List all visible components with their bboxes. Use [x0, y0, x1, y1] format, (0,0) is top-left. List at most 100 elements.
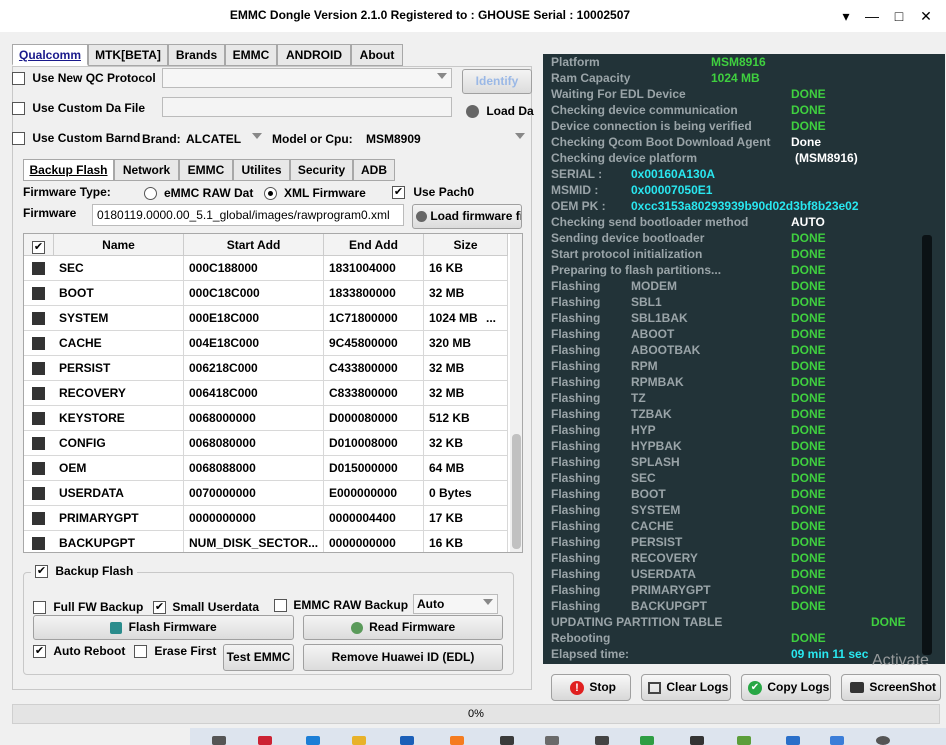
- full-fw-backup-checkbox[interactable]: Full FW Backup: [33, 600, 143, 615]
- identify-button[interactable]: Identify: [462, 69, 532, 94]
- taskbar-app-icon[interactable]: [876, 736, 890, 745]
- table-row[interactable]: PRIMARYGPT 0000000000 0000004400 17 KB: [24, 506, 508, 531]
- tab-brands[interactable]: Brands: [168, 44, 225, 66]
- checkbox-box[interactable]: [35, 565, 48, 579]
- subtab-network[interactable]: Network: [114, 159, 179, 181]
- taskbar-app-icon[interactable]: [212, 736, 226, 745]
- use-new-qc-protocol-checkbox[interactable]: Use New QC Protocol: [12, 71, 156, 86]
- subtab-security[interactable]: Security: [290, 159, 353, 181]
- row-checkbox[interactable]: [32, 462, 45, 475]
- emmc-raw-radio[interactable]: [144, 187, 157, 200]
- table-row[interactable]: SYSTEM 000E18C000 1C71800000 1024 MB: [24, 306, 508, 331]
- minimize-button[interactable]: —: [862, 6, 882, 26]
- maximize-button[interactable]: □: [889, 6, 909, 26]
- emmc-raw-backup-checkbox[interactable]: EMMC RAW Backup: [274, 598, 408, 613]
- select-all-checkbox[interactable]: [32, 241, 45, 255]
- table-row[interactable]: PERSIST 006218C000 C433800000 32 MB: [24, 356, 508, 381]
- checkbox-box[interactable]: [134, 645, 147, 659]
- use-patch-checkbox[interactable]: Use Pach0: [392, 185, 474, 200]
- table-row[interactable]: SEC 000C188000 1831004000 16 KB: [24, 256, 508, 281]
- row-checkbox[interactable]: [32, 262, 45, 275]
- xml-firmware-radio[interactable]: [264, 187, 277, 200]
- read-firmware-button[interactable]: Read Firmware: [303, 615, 503, 640]
- auto-reboot-checkbox[interactable]: Auto Reboot: [33, 644, 125, 659]
- table-row[interactable]: BOOT 000C18C000 1833800000 32 MB: [24, 281, 508, 306]
- checkbox-box[interactable]: [33, 645, 46, 659]
- table-row[interactable]: USERDATA 0070000000 E000000000 0 Bytes: [24, 481, 508, 506]
- subtab-adb[interactable]: ADB: [353, 159, 395, 181]
- test-emmc-button[interactable]: Test EMMC: [223, 644, 294, 671]
- row-checkbox[interactable]: [32, 487, 45, 500]
- taskbar-chrome-icon[interactable]: [640, 736, 654, 745]
- tab-mtk-beta[interactable]: MTK[BETA]: [88, 44, 168, 66]
- model-dropdown[interactable]: MSM8909: [362, 128, 530, 148]
- taskbar-app-icon[interactable]: [258, 736, 272, 745]
- checkbox-box[interactable]: [33, 601, 46, 615]
- use-custom-da-file-checkbox[interactable]: Use Custom Da File: [12, 101, 145, 116]
- load-da-button[interactable]: Load Da: [466, 104, 534, 119]
- tab-about[interactable]: About: [351, 44, 403, 66]
- flash-firmware-button[interactable]: Flash Firmware: [33, 615, 294, 640]
- taskbar-app-icon[interactable]: [545, 736, 559, 745]
- backup-mode-dropdown[interactable]: Auto: [413, 594, 498, 614]
- screenshot-button[interactable]: ScreenShot: [841, 674, 941, 701]
- subtab-emmc[interactable]: EMMC: [179, 159, 233, 181]
- checkbox-box[interactable]: [274, 599, 287, 613]
- select-all-header[interactable]: [24, 234, 54, 256]
- table-row[interactable]: KEYSTORE 0068000000 D000080000 512 KB: [24, 406, 508, 431]
- tab-android[interactable]: ANDROID: [277, 44, 351, 66]
- checkbox-box[interactable]: [153, 601, 166, 615]
- scrollbar-thumb[interactable]: [512, 434, 521, 549]
- table-row[interactable]: CONFIG 0068080000 D010008000 32 KB: [24, 431, 508, 456]
- taskbar-app-icon[interactable]: [595, 736, 609, 745]
- menu-chevron-icon[interactable]: ▾: [836, 6, 856, 26]
- row-checkbox[interactable]: [32, 337, 45, 350]
- table-row[interactable]: RECOVERY 006418C000 C833800000 32 MB: [24, 381, 508, 406]
- subtab-utilites[interactable]: Utilites: [233, 159, 290, 181]
- clear-logs-button[interactable]: Clear Logs: [641, 674, 731, 701]
- row-checkbox[interactable]: [32, 437, 45, 450]
- checkbox-box[interactable]: [12, 102, 25, 116]
- erase-first-checkbox[interactable]: Erase First: [134, 644, 216, 659]
- subtab-backup-flash[interactable]: Backup Flash: [23, 159, 114, 181]
- taskbar-mail-icon[interactable]: [400, 736, 414, 745]
- copy-logs-button[interactable]: ✔ Copy Logs: [741, 674, 831, 701]
- remove-huawei-id-button[interactable]: Remove Huawei ID (EDL): [303, 644, 503, 671]
- use-custom-brand-checkbox[interactable]: Use Custom Barnd: [12, 131, 140, 146]
- taskbar-edge-icon[interactable]: [306, 736, 320, 745]
- load-firmware-button[interactable]: Load firmware fi: [412, 204, 522, 229]
- close-button[interactable]: ✕: [916, 6, 936, 26]
- table-row[interactable]: OEM 0068088000 D015000000 64 MB: [24, 456, 508, 481]
- tab-emmc[interactable]: EMMC: [225, 44, 277, 66]
- taskbar-app-icon[interactable]: [830, 736, 844, 745]
- row-checkbox[interactable]: [32, 537, 45, 550]
- row-checkbox[interactable]: [32, 412, 45, 425]
- row-checkbox[interactable]: [32, 512, 45, 525]
- row-checkbox[interactable]: [32, 387, 45, 400]
- table-row[interactable]: CACHE 004E18C000 9C45800000 320 MB: [24, 331, 508, 356]
- checkbox-box[interactable]: [12, 132, 25, 146]
- protocol-dropdown[interactable]: [162, 68, 452, 88]
- small-userdata-checkbox[interactable]: Small Userdata: [153, 600, 259, 615]
- checkbox-box[interactable]: [392, 186, 405, 200]
- firmware-path-input[interactable]: 0180119.0000.00_5.1_global/images/rawpro…: [92, 204, 404, 226]
- row-checkbox[interactable]: [32, 287, 45, 300]
- checkbox-box[interactable]: [12, 72, 25, 86]
- row-checkbox[interactable]: [32, 312, 45, 325]
- taskbar-app-icon[interactable]: [786, 736, 800, 745]
- taskbar-explorer-icon[interactable]: [352, 736, 366, 745]
- tab-qualcomm[interactable]: Qualcomm: [12, 44, 88, 66]
- stop-button[interactable]: ! Stop: [551, 674, 631, 701]
- taskbar-app-icon[interactable]: [737, 736, 751, 745]
- taskbar-app-icon[interactable]: [450, 736, 464, 745]
- taskbar-app-icon[interactable]: [500, 736, 514, 745]
- brand-dropdown[interactable]: ALCATEL: [182, 128, 267, 148]
- log-partition-status: DONE: [791, 423, 826, 437]
- table-row[interactable]: BACKUPGPT NUM_DISK_SECTOR... 0000000000 16 …: [24, 531, 508, 552]
- backup-flash-group-header[interactable]: Backup Flash: [31, 564, 138, 579]
- log-scrollbar[interactable]: [922, 235, 932, 655]
- taskbar-app-icon[interactable]: [690, 736, 704, 745]
- table-scrollbar[interactable]: [510, 234, 522, 552]
- da-file-path-field[interactable]: [162, 97, 452, 117]
- row-checkbox[interactable]: [32, 362, 45, 375]
